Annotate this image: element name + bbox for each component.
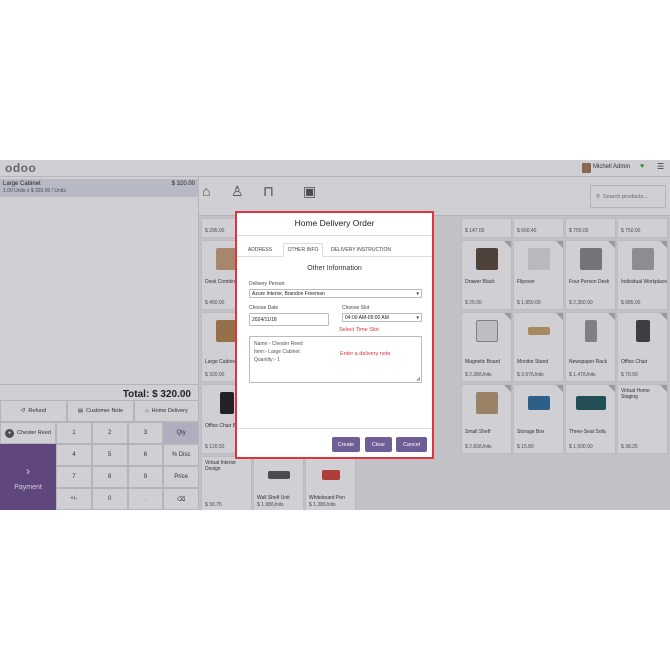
delivery-note-text: Name:- Chester Reed Item:- Large Cabinet… [254,340,303,364]
dialog-title: Home Delivery Order [294,218,375,228]
date-value: 2024/11/18 [252,316,277,323]
chevron-down-icon: ▾ [416,291,419,297]
note-line: Name:- Chester Reed [254,341,303,347]
clear-button[interactable]: Clear [365,437,392,452]
dialog-tabs: ADDRESS OTHER INFO DELIVERY INSTRUCTION [237,243,432,257]
note-line: Item:- Large Cabinet [254,349,300,355]
slot-value: 04:00 AM-05:00 AM [345,314,389,321]
pos-screen: odoo Michell Admin ♥ ☰ Large Cabinet $ 3… [0,160,670,510]
slot-hint: Select Time Slot [339,327,379,333]
divider [237,235,432,236]
home-delivery-dialog: Home Delivery Order ADDRESS OTHER INFO D… [235,211,434,459]
tab-other-info[interactable]: OTHER INFO [283,243,323,257]
delivery-note-textarea[interactable]: Name:- Chester Reed Item:- Large Cabinet… [249,336,422,383]
choose-slot-label: Choose Slot [342,305,370,311]
chevron-down-icon: ▾ [416,315,419,321]
tab-delivery-instruction[interactable]: DELIVERY INSTRUCTION [327,243,395,257]
resize-grip-icon[interactable]: ◢ [416,376,420,382]
choose-date-label: Choose Date [249,305,279,311]
delivery-person-value: Azure Interior, Brandon Freeman [252,290,325,297]
tab-address[interactable]: ADDRESS [243,243,277,257]
cancel-button[interactable]: Cancel [396,437,427,452]
section-title: Other Information [307,265,362,272]
divider [237,428,432,429]
create-button[interactable]: Create [332,437,360,452]
note-hint: Enter a delivery note [340,351,391,357]
slot-select[interactable]: 04:00 AM-05:00 AM ▾ [342,313,422,322]
date-input[interactable]: 2024/11/18 [249,313,329,326]
delivery-person-select[interactable]: Azure Interior, Brandon Freeman ▾ [249,289,422,298]
delivery-person-label: Delivery Person: [249,281,286,287]
note-line: Quantity:- 1 [254,357,280,363]
